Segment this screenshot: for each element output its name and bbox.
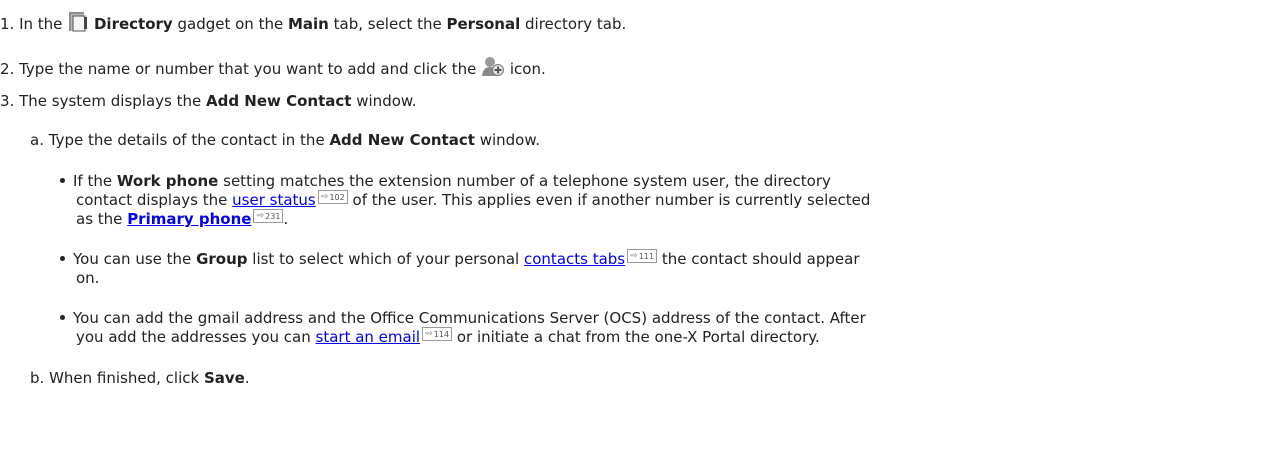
bullet-icon [60,315,65,320]
bullet-group: You can use the Group list to select whi… [60,249,860,269]
bullet-work-phone: If the Work phone setting matches the ex… [60,172,831,191]
substep-letter: b. [30,369,45,387]
step-text: window. [479,131,541,149]
step-number: 1. [0,15,15,33]
start-email-link[interactable]: start an email [316,328,421,346]
page-reference[interactable]: ⇨ 102 [317,190,348,204]
bullet-text: of the user. This applies even if anothe… [352,191,871,209]
substep-letter: a. [30,131,44,149]
step-text: Type the name or number that you want to… [19,60,477,78]
step-1: 1. In the Directory gadget on the Main t… [0,11,626,38]
bullet-text: as the [76,210,123,228]
bullet-icon [60,178,65,183]
directory-label: Directory [93,15,173,33]
add-new-contact-label: Add New Contact [329,131,475,149]
save-label: Save [203,369,245,387]
work-phone-label: Work phone [116,172,219,190]
primary-phone-link[interactable]: Primary phone [127,210,251,228]
page-reference[interactable]: ⇨ 114 [422,327,453,341]
bullet-work-phone-line3: as the Primary phone ⇨ 231. [76,209,289,229]
substep-a: a. Type the details of the contact in th… [30,131,540,150]
bullet-text: contact displays the [76,191,228,209]
step-number: 3. [0,92,15,110]
main-tab-label: Main [287,15,329,33]
step-text: The system displays the [19,92,202,110]
bullet-text: on. [76,269,100,287]
help-document: 1. In the Directory gadget on the Main t… [0,0,1285,474]
step-text: When finished, click [49,369,200,387]
step-text: window. [356,92,417,110]
step-number: 2. [0,60,15,78]
personal-tab-label: Personal [446,15,521,33]
bullet-work-phone-line2: contact displays the user status ⇨ 102 of … [76,190,871,210]
add-new-contact-label: Add New Contact [206,92,352,110]
step-3: 3. The system displays the Add New Conta… [0,92,417,111]
bullet-icon [60,256,65,261]
step-text: directory tab. [525,15,627,33]
bullet-text: or initiate a chat from the one-X Portal… [456,328,820,346]
step-text: gadget on the [177,15,284,33]
directory-gadget-icon [67,11,89,38]
bullet-text: If the [73,172,113,190]
group-label: Group [196,250,248,268]
bullet-addresses-line2: you add the addresses you can start an e… [76,327,820,347]
step-text: Type the details of the contact in the [48,131,325,149]
bullet-text: You can use the [73,250,192,268]
bullet-text: You can add the gmail address and the Of… [73,309,866,327]
page-reference[interactable]: ⇨ 231 [253,209,284,223]
page-reference[interactable]: ⇨ 111 [627,249,658,263]
bullet-text: you add the addresses you can [76,328,311,346]
step-text: In the [19,15,63,33]
bullet-text: list to select which of your personal [252,250,520,268]
user-status-link[interactable]: user status [232,191,316,209]
step-text: tab, select the [333,15,442,33]
step-text: . [244,369,250,387]
bullet-text: setting matches the extension number of … [223,172,831,190]
contacts-tabs-link[interactable]: contacts tabs [524,250,625,268]
bullet-text: the contact should appear [661,250,860,268]
bullet-text: . [283,210,289,228]
substep-b: b. When finished, click Save. [30,369,250,388]
step-text: icon. [509,60,546,78]
bullet-addresses: You can add the gmail address and the Of… [60,309,866,328]
step-2: 2. Type the name or number that you want… [0,56,546,83]
add-contact-icon [481,56,505,83]
bullet-group-line2: on. [76,269,99,288]
